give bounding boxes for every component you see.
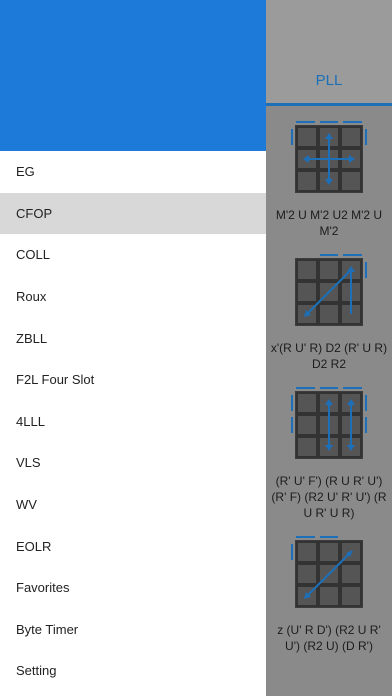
navigation-drawer: EG CFOP COLL Roux ZBLL F2L Four Slot 4LL… [0, 0, 266, 696]
menu-item-label: Favorites [16, 580, 70, 596]
menu-item-label: EG [16, 164, 35, 180]
menu-item-label: CFOP [16, 205, 53, 221]
cube-diagram-icon [291, 121, 367, 197]
pll-case[interactable]: z (U' R D') (R2 U R' U') (R2 U) (D R') [266, 521, 392, 654]
menu-item-label: 4LLL [16, 413, 45, 429]
menu-item-wv[interactable]: WV [0, 483, 266, 526]
menu-item-eg[interactable]: EG [0, 151, 266, 193]
menu-item-favorites[interactable]: Favorites [0, 566, 266, 609]
menu-item-label: EOLR [16, 538, 52, 554]
menu-item-label: Byte Timer [16, 621, 79, 637]
menu-item-f2l-four-slot[interactable]: F2L Four Slot [0, 358, 266, 401]
pll-case[interactable]: M'2 U M'2 U2 M'2 U M'2 [266, 106, 392, 239]
cube-diagram-icon [291, 536, 367, 612]
algorithm-text: (R' U' F') (R U R' U') (R' F) (R2 U' R' … [271, 474, 387, 520]
tab-bar: PLL [266, 0, 392, 106]
menu-item-label: Setting [16, 663, 57, 679]
menu-item-vls[interactable]: VLS [0, 442, 266, 484]
algorithm-text: x'(R U' R) D2 (R' U R) D2 R2 [270, 341, 388, 371]
menu-item-label: ZBLL [16, 330, 48, 346]
menu-item-setting[interactable]: Setting [0, 650, 266, 692]
algorithm-text: M'2 U M'2 U2 M'2 U M'2 [275, 208, 383, 238]
menu-item-label: WV [16, 497, 37, 513]
menu-item-label: COLL [16, 247, 50, 263]
menu-item-roux[interactable]: Roux [0, 275, 266, 318]
pll-list-background: PLL M'2 U M'2 U2 M'2 U M'2 x'(R U' R) D2… [266, 0, 392, 696]
menu-item-eolr[interactable]: EOLR [0, 525, 266, 567]
menu-item-label: F2L Four Slot [16, 372, 95, 388]
menu-item-zbll[interactable]: ZBLL [0, 317, 266, 359]
menu-item-label: VLS [16, 455, 41, 471]
tab-pll[interactable]: PLL [316, 72, 343, 89]
pll-case[interactable]: x'(R U' R) D2 (R' U R) D2 R2 [266, 239, 392, 372]
menu-item-4lll[interactable]: 4LLL [0, 400, 266, 443]
cube-diagram-icon [291, 254, 367, 330]
algorithm-text: z (U' R D') (R2 U R' U') (R2 U) (D R') [277, 623, 381, 653]
menu-item-label: Roux [16, 289, 47, 305]
cube-diagram-icon [291, 387, 367, 463]
menu-item-coll[interactable]: COLL [0, 234, 266, 276]
pll-case[interactable]: (R' U' F') (R U R' U') (R' F) (R2 U' R' … [266, 372, 392, 521]
drawer-header [0, 0, 266, 151]
menu-item-cfop[interactable]: CFOP [0, 192, 266, 235]
menu-item-byte-timer[interactable]: Byte Timer [0, 608, 266, 651]
